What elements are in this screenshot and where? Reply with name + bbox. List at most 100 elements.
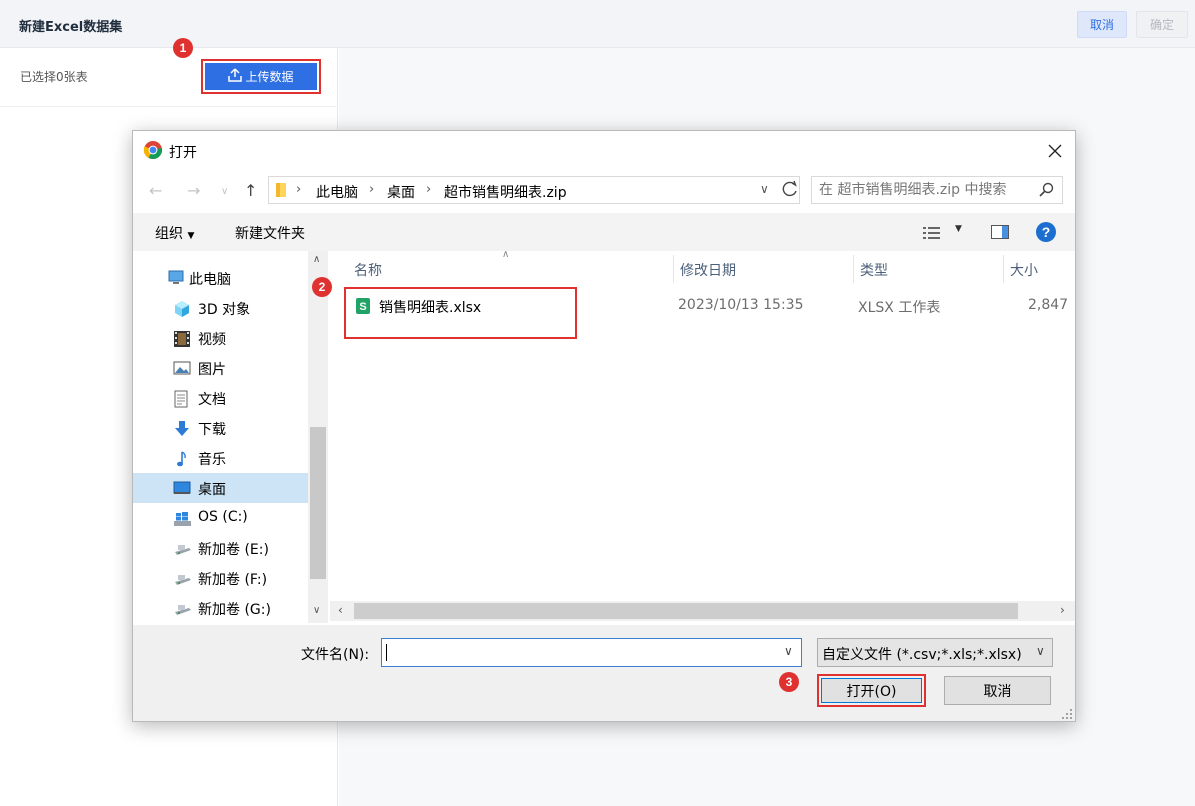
folder-icon [275, 182, 289, 202]
dialog-cancel-button[interactable]: 取消 [944, 676, 1051, 705]
recent-dropdown-icon[interactable]: ∨ [221, 186, 228, 197]
nav-item-label: 音乐 [198, 452, 226, 468]
nav-item-label: 桌面 [198, 482, 226, 498]
view-dropdown-icon[interactable]: ▼ [955, 224, 962, 234]
nav-item-3d-objects[interactable]: 3D 对象 [133, 293, 308, 323]
refresh-icon[interactable] [778, 177, 802, 201]
chrome-icon [143, 140, 163, 164]
nav-item-pictures[interactable]: 图片 [133, 353, 308, 383]
upload-icon [228, 68, 243, 85]
file-type-filter-value: 自定义文件 (*.csv;*.xls;*.xlsx) [822, 647, 1022, 663]
column-header-type[interactable]: 类型 [860, 260, 888, 280]
dialog-footer: 文件名(N): ∨ 自定义文件 (*.csv;*.xls;*.xlsx) ∨ 打… [133, 625, 1075, 721]
scroll-down-icon[interactable]: ∨ [313, 605, 320, 616]
search-icon[interactable] [1038, 182, 1054, 202]
open-button[interactable]: 打开(O) [817, 674, 926, 707]
scroll-right-icon[interactable]: › [1060, 603, 1065, 617]
open-button-inner[interactable]: 打开(O) [821, 678, 922, 703]
column-divider[interactable] [673, 255, 674, 283]
breadcrumb-desktop[interactable]: 桌面 [387, 182, 415, 202]
help-icon[interactable]: ? [1035, 221, 1057, 247]
breadcrumb-this-pc[interactable]: 此电脑 [316, 182, 358, 202]
scroll-up-icon[interactable]: ∧ [313, 254, 320, 265]
close-icon[interactable] [1045, 141, 1065, 161]
nav-item-label: 视频 [198, 332, 226, 348]
back-arrow-icon[interactable]: ← [149, 181, 162, 200]
nav-item-label: OS (C:) [198, 509, 248, 525]
filter-dropdown-icon[interactable]: ∨ [1036, 644, 1045, 658]
dialog-title: 打开 [169, 145, 197, 161]
windows-drive-icon [173, 510, 191, 526]
upload-button[interactable]: 上传数据 [201, 59, 321, 94]
nav-item-label: 新加卷 (F:) [198, 572, 268, 588]
confirm-button[interactable]: 确定 [1136, 11, 1188, 38]
file-size: 2,847 [1028, 297, 1069, 313]
step-marker-2: 2 [312, 277, 332, 297]
filename-input[interactable]: ∨ [381, 638, 802, 667]
nav-item-drive-e[interactable]: 新加卷 (E:) [133, 533, 308, 563]
nav-item-documents[interactable]: 文档 [133, 383, 308, 413]
preview-pane-icon[interactable] [991, 224, 1009, 244]
nav-item-music[interactable]: 音乐 [133, 443, 308, 473]
resize-grip-icon[interactable] [1061, 705, 1073, 719]
picture-icon [173, 360, 191, 376]
nav-item-drive-g[interactable]: 新加卷 (G:) [133, 593, 308, 623]
drive-icon [173, 540, 191, 556]
address-bar[interactable]: › 此电脑 › 桌面 › 超市销售明细表.zip ∨ [268, 176, 800, 204]
organize-label: 组织 [155, 226, 183, 242]
file-type-filter[interactable]: 自定义文件 (*.csv;*.xls;*.xlsx) ∨ [817, 638, 1053, 667]
forward-arrow-icon[interactable]: → [187, 181, 200, 200]
nav-item-downloads[interactable]: 下载 [133, 413, 308, 443]
horizontal-scrollbar[interactable]: ‹ › [330, 601, 1075, 621]
document-icon [173, 390, 191, 408]
organize-menu[interactable]: 组织 ▼ [155, 223, 194, 243]
text-caret [386, 644, 387, 661]
upload-button-inner[interactable]: 上传数据 [205, 63, 317, 90]
nav-scroll-thumb[interactable] [310, 427, 326, 579]
column-divider[interactable] [1003, 255, 1004, 283]
scroll-left-icon[interactable]: ‹ [338, 603, 343, 617]
new-folder-button[interactable]: 新建文件夹 [235, 223, 305, 243]
left-panel-header: 已选择0张表 上传数据 [0, 48, 338, 107]
navigation-bar: ← → ∨ ↑ › 此电脑 › 桌面 › 超市销售明细表.zip ∨ [133, 171, 1075, 211]
nav-item-drive-c[interactable]: OS (C:) [133, 503, 308, 533]
nav-item-label: 新加卷 (G:) [198, 602, 271, 618]
file-highlight-box [344, 287, 577, 339]
breadcrumb-separator: › [296, 182, 302, 197]
svg-text:?: ? [1042, 224, 1051, 240]
caret-down-icon: ▼ [187, 231, 195, 241]
open-file-dialog: 打开 ← → ∨ ↑ › 此电脑 › 桌面 › 超市销售明细表.zip ∨ 在 … [132, 130, 1076, 722]
page-title: 新建Excel数据集 [19, 20, 123, 35]
desktop-icon [173, 480, 191, 496]
search-input[interactable] [819, 181, 1029, 199]
search-box[interactable] [811, 176, 1063, 204]
address-dropdown-icon[interactable]: ∨ [760, 182, 769, 196]
dialog-toolbar: 组织 ▼ 新建文件夹 ▼ ? [133, 213, 1075, 251]
nav-scrollbar[interactable]: ∧ ∨ [308, 251, 328, 623]
column-header-size[interactable]: 大小 [1010, 260, 1038, 280]
nav-item-videos[interactable]: 视频 [133, 323, 308, 353]
breadcrumb-zip[interactable]: 超市销售明细表.zip [444, 182, 567, 202]
nav-item-this-pc[interactable]: 此电脑 [133, 263, 308, 293]
view-options-icon[interactable] [923, 225, 941, 244]
drive-icon [173, 570, 191, 586]
breadcrumb-separator: › [369, 182, 375, 197]
filename-dropdown-icon[interactable]: ∨ [784, 644, 793, 658]
nav-item-desktop[interactable]: 桌面 [133, 473, 308, 503]
column-divider[interactable] [853, 255, 854, 283]
drive-icon [173, 600, 191, 616]
file-modified: 2023/10/13 15:35 [678, 297, 804, 313]
nav-item-drive-f[interactable]: 新加卷 (F:) [133, 563, 308, 593]
up-arrow-icon[interactable]: ↑ [244, 181, 257, 200]
column-header-modified[interactable]: 修改日期 [680, 260, 736, 280]
selected-count: 已选择0张表 [20, 70, 88, 84]
horizontal-scroll-thumb[interactable] [354, 603, 1018, 619]
nav-item-label: 下载 [198, 422, 226, 438]
dialog-titlebar: 打开 [133, 131, 1075, 169]
upload-button-label: 上传数据 [245, 70, 294, 84]
column-header-name[interactable]: 名称 [354, 260, 382, 280]
step-marker-1: 1 [173, 38, 193, 58]
breadcrumb-separator: › [426, 182, 432, 197]
nav-item-label: 3D 对象 [198, 302, 251, 318]
cancel-button[interactable]: 取消 [1077, 11, 1127, 38]
